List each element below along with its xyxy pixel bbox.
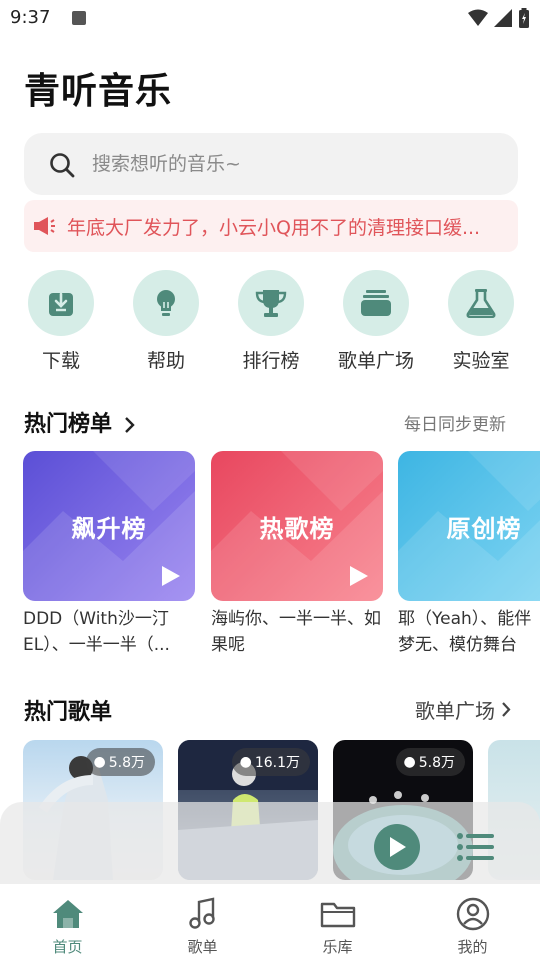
playlist-icon[interactable]: [456, 830, 496, 864]
play-count: 5.8万: [108, 755, 145, 771]
flask-icon: [466, 289, 496, 318]
chevron-right-icon: [124, 417, 135, 433]
quick-entry-lab[interactable]: 实验室: [428, 270, 534, 380]
hot-charts-header[interactable]: 热门榜单: [24, 406, 136, 438]
mini-player[interactable]: [0, 802, 540, 888]
nav-playlist[interactable]: 歌单: [135, 884, 270, 960]
chart-card-title: 飙升榜: [71, 515, 147, 543]
play-icon: [390, 837, 406, 857]
chart-card-title: 热歌榜: [259, 515, 335, 543]
quick-entries: 下载 帮助 排行榜 歌单广场 实验室: [0, 270, 540, 380]
play-count: 16.1万: [254, 755, 300, 771]
nav-label: 首页: [52, 938, 83, 956]
play-button[interactable]: [374, 824, 420, 870]
play-count-badge: ● 5.8万: [395, 748, 465, 776]
app-title: 青听音乐: [24, 71, 173, 112]
quick-entry-circle: [28, 270, 94, 336]
search-bar[interactable]: [24, 133, 518, 195]
trophy-icon: [255, 290, 287, 317]
folder-icon: [320, 902, 356, 928]
quick-entry-circle: [133, 270, 199, 336]
quick-entry-label: 帮助: [146, 350, 185, 372]
lightbulb-icon: [157, 290, 175, 316]
nav-label: 我的: [457, 938, 488, 956]
notification-icon: [72, 11, 86, 25]
quick-entry-playlist-square[interactable]: 歌单广场: [323, 270, 429, 380]
album-stack-icon: [361, 290, 391, 316]
chart-card-hot[interactable]: 热歌榜: [211, 451, 383, 601]
play-icon: [162, 566, 180, 586]
user-icon: [456, 897, 490, 931]
fire-icon: ●: [239, 754, 252, 770]
status-time: 9:37: [10, 7, 51, 28]
status-icons: [468, 8, 530, 28]
notice-banner[interactable]: 年底大厂发力了，小云小Q用不了的清理接口缓...: [24, 200, 518, 252]
chart-card-desc: DDD（With沙一汀EL）、一半一半（...: [23, 609, 170, 655]
play-count-badge: ● 16.1万: [231, 748, 310, 776]
battery-icon: [519, 8, 529, 28]
status-bar: 9:37: [0, 0, 540, 38]
chart-card-desc: 海屿你、一半一半、如果呢: [211, 609, 381, 655]
megaphone-icon: [34, 217, 55, 235]
quick-entry-circle: [238, 270, 304, 336]
wifi-icon: [468, 9, 488, 26]
quick-entry-label: 下载: [41, 350, 80, 372]
nav-label: 歌单: [187, 938, 218, 956]
quick-entry-download[interactable]: 下载: [8, 270, 114, 380]
quick-entry-help[interactable]: 帮助: [113, 270, 219, 380]
hot-charts-title: 热门榜单: [24, 412, 113, 437]
nav-profile[interactable]: 我的: [405, 884, 540, 960]
nav-label: 乐库: [322, 938, 353, 956]
quick-entry-label: 歌单广场: [337, 350, 414, 372]
music-note-icon: [189, 897, 215, 929]
hot-playlists-title: 热门歌单: [24, 700, 113, 725]
play-count: 5.8万: [418, 755, 455, 771]
play-icon: [350, 566, 368, 586]
bottom-nav: 首页 歌单 乐库 我的: [0, 884, 540, 960]
nav-library[interactable]: 乐库: [270, 884, 405, 960]
chevron-right-icon: [502, 702, 511, 717]
signal-icon: [494, 9, 512, 27]
chart-card-desc: 耶（Yeah）、能伴梦无、模仿舞台: [398, 609, 532, 655]
quick-entry-label: 排行榜: [242, 350, 300, 372]
search-icon: [50, 153, 75, 178]
quick-entry-ranking[interactable]: 排行榜: [218, 270, 324, 380]
chart-card-soaring[interactable]: 飙升榜: [23, 451, 195, 601]
fire-icon: ●: [93, 754, 106, 770]
fire-icon: ●: [403, 754, 416, 770]
quick-entry-circle: [448, 270, 514, 336]
playlist-square-link-label: 歌单广场: [415, 699, 495, 723]
download-icon: [49, 292, 73, 316]
quick-entry-circle: [343, 270, 409, 336]
playlist-square-link[interactable]: 歌单广场: [415, 695, 512, 724]
chart-card-original[interactable]: 原创榜: [398, 451, 540, 601]
play-count-badge: ● 5.8万: [85, 748, 155, 776]
home-icon: [53, 900, 83, 928]
search-input[interactable]: [92, 133, 492, 195]
quick-entry-label: 实验室: [452, 350, 510, 372]
nav-home[interactable]: 首页: [0, 884, 135, 960]
chart-card-title: 原创榜: [446, 515, 522, 543]
notice-text: 年底大厂发力了，小云小Q用不了的清理接口缓...: [67, 217, 481, 239]
hot-charts-subtitle: 每日同步更新: [404, 415, 506, 435]
